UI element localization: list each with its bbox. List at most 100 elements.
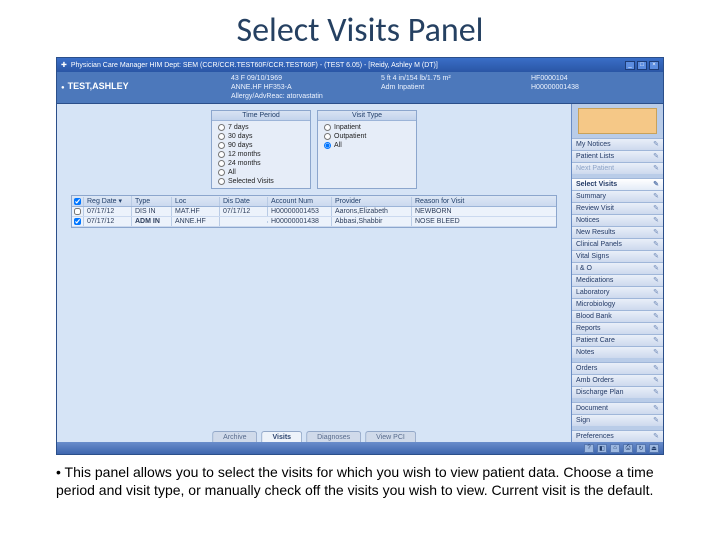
sidebar-item-reports[interactable]: Reports✎ [572, 322, 663, 334]
radio-input[interactable] [218, 133, 225, 140]
radio-input[interactable] [218, 151, 225, 158]
visit-type-option[interactable]: Outpatient [324, 132, 410, 141]
sidebar-item-my-notices[interactable]: My Notices✎ [572, 138, 663, 150]
table-header-checkbox[interactable] [72, 197, 84, 206]
tab-archive[interactable]: Archive [212, 431, 257, 442]
patient-dob: 43 F 09/10/1969 [231, 74, 381, 83]
close-button[interactable]: × [649, 61, 659, 70]
option-label: 7 days [228, 123, 249, 132]
radio-input[interactable] [218, 169, 225, 176]
table-cell: 07/17/12 [84, 207, 132, 216]
table-cell [220, 221, 268, 223]
time-period-option[interactable]: Selected Visits [218, 177, 304, 186]
status-icon[interactable]: ◧ [597, 444, 607, 453]
radio-input[interactable] [218, 124, 225, 131]
sidebar-item-blood-bank[interactable]: Blood Bank✎ [572, 310, 663, 322]
table-header-cell[interactable]: Reg Date ▾ [84, 196, 132, 206]
tab-view-pci[interactable]: View PCI [365, 431, 416, 442]
time-period-option[interactable]: All [218, 168, 304, 177]
sidebar-item-select-visits[interactable]: Select Visits✎ [572, 178, 663, 190]
edit-icon: ✎ [653, 376, 659, 384]
sidebar-item-notes[interactable]: Notes✎ [572, 346, 663, 358]
table-row[interactable]: 07/17/12ADM INANNE.HFH00000001438Abbasi,… [72, 217, 556, 227]
select-all-checkbox[interactable] [74, 198, 81, 205]
sidebar-item-document[interactable]: Document✎ [572, 402, 663, 414]
titlebar: ✚ Physician Care Manager HIM Dept: SEM (… [57, 58, 663, 72]
window-title: Physician Care Manager HIM Dept: SEM (CC… [71, 62, 438, 69]
sidebar-item-orders[interactable]: Orders✎ [572, 362, 663, 374]
table-header-cell[interactable]: Provider [332, 197, 412, 206]
status-icon[interactable]: ⌂ [610, 444, 620, 453]
edit-icon: ✎ [653, 432, 659, 440]
edit-icon: ✎ [653, 300, 659, 308]
sidebar-item-new-results[interactable]: New Results✎ [572, 226, 663, 238]
radio-input[interactable] [324, 133, 331, 140]
time-period-option[interactable]: 90 days [218, 141, 304, 150]
option-label: 90 days [228, 141, 253, 150]
sidebar-item-patient-lists[interactable]: Patient Lists✎ [572, 150, 663, 162]
visit-type-header: Visit Type [318, 111, 416, 121]
sidebar-item-microbiology[interactable]: Microbiology ✎ [572, 298, 663, 310]
sidebar-item-label: New Results [576, 229, 615, 236]
sidebar-item-label: I & O [576, 265, 592, 272]
statusbar: ?◧⌂⎙↻⏏ [57, 442, 663, 454]
option-label: 12 months [228, 150, 261, 159]
sidebar-item-clinical-panels[interactable]: Clinical Panels✎ [572, 238, 663, 250]
sidebar-item-summary[interactable]: Summary✎ [572, 190, 663, 202]
edit-icon: ✎ [653, 416, 659, 424]
patient-id1: HF0000104 [531, 74, 631, 83]
tab-visits[interactable]: Visits [262, 431, 303, 442]
time-period-option[interactable]: 12 months [218, 150, 304, 159]
sidebar-item-label: Microbiology [576, 301, 615, 308]
status-icon[interactable]: ↻ [636, 444, 646, 453]
patient-header: TEST,ASHLEY 43 F 09/10/1969 ANNE.HF HF35… [57, 72, 663, 104]
sidebar-item-discharge-plan[interactable]: Discharge Plan✎ [572, 386, 663, 398]
sidebar-thumbnail [578, 108, 657, 134]
radio-input[interactable] [324, 124, 331, 131]
option-label: 30 days [228, 132, 253, 141]
sidebar-item-next-patient[interactable]: Next Patient✎ [572, 162, 663, 174]
table-header-cell[interactable]: Type [132, 197, 172, 206]
sidebar-item-laboratory[interactable]: Laboratory✎ [572, 286, 663, 298]
maximize-button[interactable]: □ [637, 61, 647, 70]
sidebar-item-patient-care[interactable]: Patient Care✎ [572, 334, 663, 346]
status-icon[interactable]: ⎙ [623, 444, 633, 453]
time-period-option[interactable]: 7 days [218, 123, 304, 132]
status-icon[interactable]: ? [584, 444, 594, 453]
sidebar-item-notices[interactable]: Notices✎ [572, 214, 663, 226]
sidebar-item-medications[interactable]: Medications✎ [572, 274, 663, 286]
row-checkbox[interactable] [74, 208, 81, 215]
table-cell: ANNE.HF [172, 217, 220, 226]
sidebar-item-vital-signs[interactable]: Vital Signs ✎ [572, 250, 663, 262]
radio-input[interactable] [218, 160, 225, 167]
radio-input[interactable] [218, 178, 225, 185]
sidebar-item-sign[interactable]: Sign✎ [572, 414, 663, 426]
option-label: Outpatient [334, 132, 366, 141]
row-checkbox[interactable] [74, 218, 81, 225]
edit-icon: ✎ [653, 252, 659, 260]
minimize-button[interactable]: _ [625, 61, 635, 70]
visit-type-option[interactable]: All [324, 141, 410, 150]
sidebar-item-i-o[interactable]: I & O✎ [572, 262, 663, 274]
time-period-option[interactable]: 30 days [218, 132, 304, 141]
radio-input[interactable] [218, 142, 225, 149]
table-cell: Abbasi,Shabbir [332, 217, 412, 226]
sidebar-item-review-visit[interactable]: Review Visit✎ [572, 202, 663, 214]
table-header-cell[interactable]: Account Num [268, 197, 332, 206]
tab-diagnoses[interactable]: Diagnoses [306, 431, 361, 442]
patient-demographics: 43 F 09/10/1969 ANNE.HF HF353-A Allergy/… [231, 74, 381, 101]
table-header-cell[interactable]: Dis Date [220, 197, 268, 206]
time-period-option[interactable]: 24 months [218, 159, 304, 168]
table-row[interactable]: 07/17/12DIS INMAT.HF07/17/12H00000001453… [72, 207, 556, 217]
visit-type-option[interactable]: Inpatient [324, 123, 410, 132]
patient-ids: HF0000104 H00000001438 [531, 74, 631, 101]
status-icon[interactable]: ⏏ [649, 444, 659, 453]
sidebar-item-label: Review Visit [576, 205, 614, 212]
sidebar-item-label: Vital Signs [576, 253, 609, 260]
table-header-cell[interactable]: Loc [172, 197, 220, 206]
edit-icon: ✎ [653, 180, 659, 188]
sidebar-item-preferences[interactable]: Preferences✎ [572, 430, 663, 442]
sidebar-item-amb-orders[interactable]: Amb Orders✎ [572, 374, 663, 386]
radio-input[interactable] [324, 142, 331, 149]
table-header-cell[interactable]: Reason for Visit [412, 197, 556, 206]
